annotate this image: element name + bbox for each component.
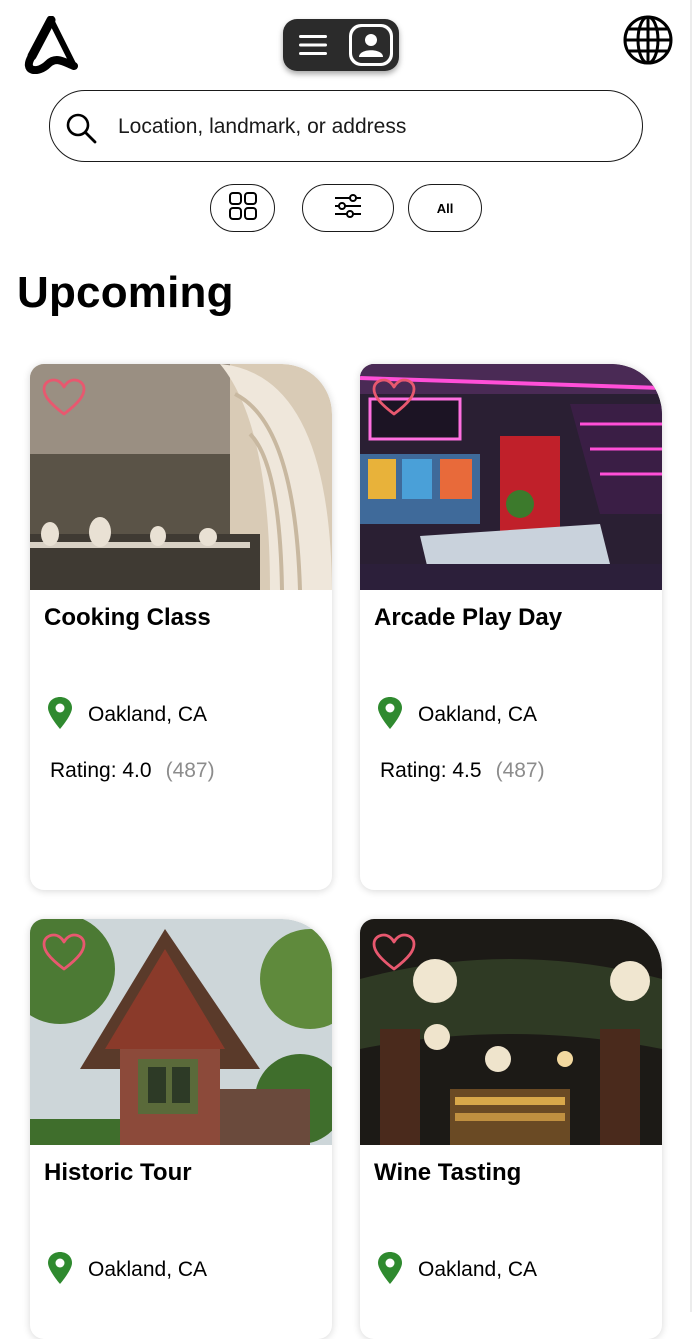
rating-value: Rating: 4.0 xyxy=(50,759,152,782)
grid-view-icon xyxy=(228,191,258,226)
card-location: Oakland, CA xyxy=(88,703,208,726)
event-card[interactable]: Historic Tour Oakland, CA xyxy=(30,919,332,1339)
sliders-icon xyxy=(333,193,363,224)
search-bar[interactable] xyxy=(49,90,643,162)
grid-view-button[interactable] xyxy=(210,184,275,232)
search-input[interactable] xyxy=(118,109,618,145)
favorite-heart-icon[interactable] xyxy=(372,933,416,973)
card-rating: Rating: 4.5 (487) xyxy=(380,759,545,783)
rating-value: Rating: 4.5 xyxy=(380,759,482,782)
user-profile-icon[interactable] xyxy=(349,24,393,66)
filter-settings-button[interactable] xyxy=(302,184,394,232)
card-location: Oakland, CA xyxy=(418,703,538,726)
app-logo-icon[interactable] xyxy=(20,15,82,75)
location-pin-icon xyxy=(376,1251,404,1285)
location-pin-icon xyxy=(376,696,404,730)
card-title: Historic Tour xyxy=(44,1159,192,1186)
event-card[interactable]: Wine Tasting Oakland, CA xyxy=(360,919,662,1339)
card-title: Cooking Class xyxy=(44,604,211,631)
globe-icon[interactable] xyxy=(622,14,674,66)
hamburger-menu-icon[interactable] xyxy=(297,31,329,59)
event-card[interactable]: Arcade Play Day Oakland, CA Rating: 4.5 (… xyxy=(360,364,662,890)
search-icon xyxy=(64,111,98,145)
favorite-heart-icon[interactable] xyxy=(42,933,86,973)
review-count: (487) xyxy=(165,759,215,782)
section-title: Upcoming xyxy=(17,268,234,317)
card-location: Oakland, CA xyxy=(418,1258,538,1281)
location-pin-icon xyxy=(46,1251,74,1285)
favorite-heart-icon[interactable] xyxy=(372,378,416,418)
card-title: Arcade Play Day xyxy=(374,604,563,631)
favorite-heart-icon[interactable] xyxy=(42,378,86,418)
card-title: Wine Tasting xyxy=(374,1159,522,1186)
event-card[interactable]: Cooking Class Oakland, CA Rating: 4.0 (48… xyxy=(30,364,332,890)
card-location: Oakland, CA xyxy=(88,1258,208,1281)
card-rating: Rating: 4.0 (487) xyxy=(50,759,215,783)
all-filter-button[interactable]: All xyxy=(408,184,482,232)
all-filter-label: All xyxy=(436,200,454,216)
location-pin-icon xyxy=(46,696,74,730)
review-count: (487) xyxy=(495,759,545,782)
menu-profile-toggle[interactable] xyxy=(283,19,399,71)
